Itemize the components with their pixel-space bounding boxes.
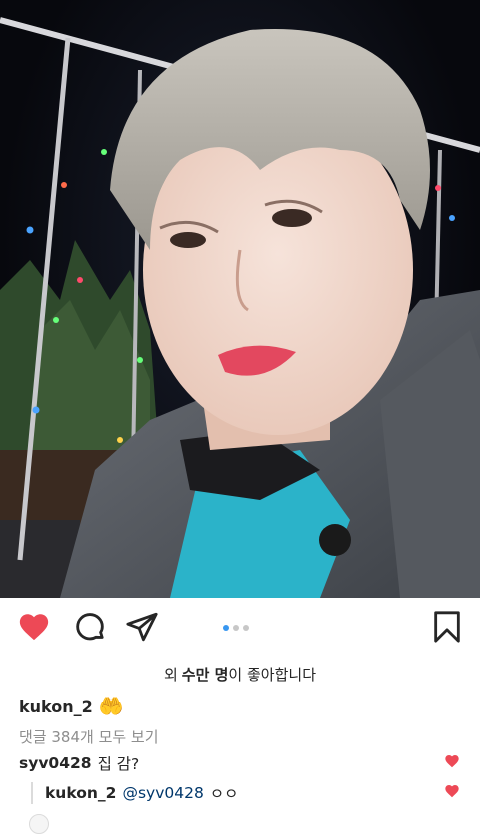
comment-username[interactable]: syv0428 <box>19 754 92 772</box>
bookmark-icon[interactable] <box>430 610 464 644</box>
paper-plane-icon[interactable] <box>125 610 159 644</box>
comment-item: syv0428 집 감? <box>19 752 139 774</box>
view-all-comments-link[interactable]: 댓글 384개 모두 보기 <box>19 726 159 747</box>
reply-like-heart-icon[interactable] <box>444 783 460 799</box>
likes-summary[interactable]: 외 수만 명이 좋아합니다 <box>0 664 480 685</box>
likes-count: 수만 명 <box>181 666 229 684</box>
reply-username[interactable]: kukon_2 <box>45 784 116 802</box>
reply-text: ㅇㅇ <box>209 785 239 803</box>
comment-bubble-icon[interactable] <box>73 610 107 644</box>
likes-suffix: 이 좋아합니다 <box>228 666 316 684</box>
post-photo[interactable] <box>0 0 480 598</box>
carousel-dot-active <box>223 625 229 631</box>
author-username[interactable]: kukon_2 <box>19 697 93 716</box>
carousel-dot <box>243 625 249 631</box>
carousel-indicator <box>223 625 249 631</box>
caption: kukon_2 🤲 <box>19 694 124 718</box>
heart-filled-icon[interactable] <box>17 610 51 644</box>
comment-like-heart-icon[interactable] <box>444 753 460 769</box>
reply-mention[interactable]: @syv0428 <box>122 784 203 802</box>
reply-item: kukon_2 @syv0428 ㅇㅇ <box>31 782 238 804</box>
selfie-image <box>0 17 480 598</box>
avatar <box>29 814 49 834</box>
carousel-dot <box>233 625 239 631</box>
comment-text: 집 감? <box>97 755 140 773</box>
open-hands-emoji: 🤲 <box>98 694 124 718</box>
likes-prefix: 외 <box>163 666 178 684</box>
